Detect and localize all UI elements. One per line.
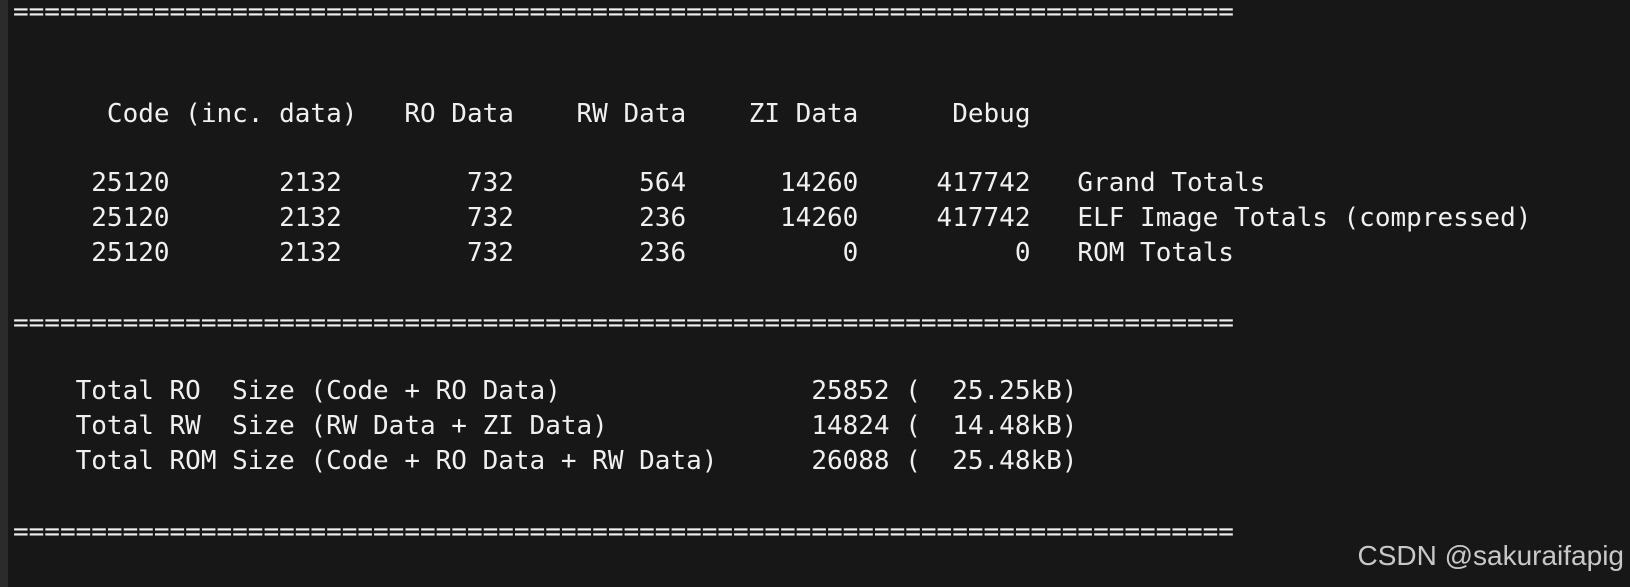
terminal-window[interactable]: ========================================… xyxy=(0,0,1630,587)
csdn-watermark: CSDN @sakuraifapig xyxy=(1357,540,1624,571)
totals-row-grand: 25120 2132 732 564 14260 417742 Grand To… xyxy=(13,168,1266,198)
column-header-row: Code (inc. data) RO Data RW Data ZI Data… xyxy=(13,99,1031,129)
separator-line-middle: ========================================… xyxy=(13,308,1234,338)
separator-line-bottom: ========================================… xyxy=(13,517,1234,547)
totals-row-elf-image: 25120 2132 732 236 14260 417742 ELF Imag… xyxy=(13,203,1532,233)
size-row-total-rw: Total RW Size (RW Data + ZI Data) 14824 … xyxy=(13,411,1078,441)
size-row-total-ro: Total RO Size (Code + RO Data) 25852 ( 2… xyxy=(13,376,1078,406)
size-row-total-rom: Total ROM Size (Code + RO Data + RW Data… xyxy=(13,446,1078,476)
separator-line-top: ========================================… xyxy=(13,0,1234,27)
terminal-left-border xyxy=(0,0,8,587)
totals-row-rom: 25120 2132 732 236 0 0 ROM Totals xyxy=(13,238,1234,268)
